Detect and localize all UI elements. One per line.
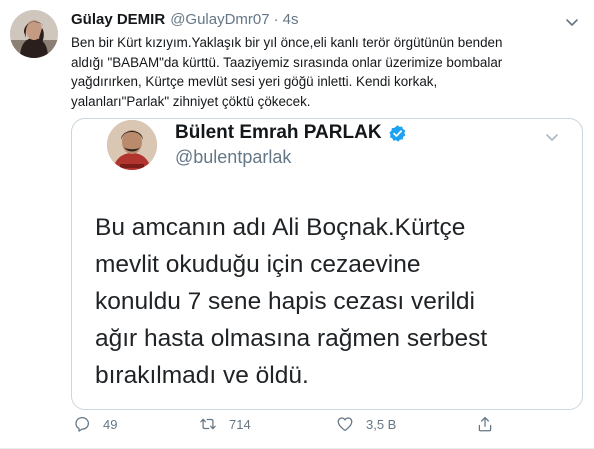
reply-button[interactable]: 49	[73, 415, 117, 433]
tweet-text: Ben bir Kürt kızıyım.Yaklaşık bir yıl ön…	[71, 35, 503, 109]
heart-icon	[337, 417, 353, 432]
quoted-tweet-text: Bu amcanın adı Ali Boçnak.Kürtçe mevlit …	[95, 214, 488, 389]
header-separator: ·	[273, 11, 279, 28]
author-avatar[interactable]	[10, 10, 58, 58]
tweet-timestamp[interactable]: 4s	[283, 11, 299, 28]
profile-photo-image	[10, 10, 58, 58]
quoted-handle[interactable]: @bulentparlak	[175, 147, 291, 168]
author-handle[interactable]: @GulayDmr07	[170, 11, 269, 28]
quoted-chevron-down-icon	[546, 134, 558, 141]
like-button[interactable]: 3,5 B	[336, 415, 396, 433]
verified-badge-icon	[388, 124, 405, 142]
like-count: 3,5 B	[366, 416, 397, 432]
share-icon	[478, 416, 492, 432]
retweet-button[interactable]: 714	[199, 415, 251, 433]
tweet-actions-bar: 49 714 3,5 B	[71, 415, 511, 437]
reply-icon	[75, 416, 90, 432]
tweet[interactable]: Gülay DEMIR @GulayDmr07 · 4s Ben bir Kür…	[0, 0, 594, 449]
tweet-header: Gülay DEMIR @GulayDmr07 · 4s	[71, 11, 298, 28]
retweet-icon	[200, 418, 216, 430]
chevron-down-icon[interactable]	[564, 14, 580, 30]
author-display-name[interactable]: Gülay DEMIR	[71, 11, 165, 28]
quoted-profile-photo-image	[107, 120, 157, 170]
share-button[interactable]	[476, 415, 494, 433]
quoted-tweet-card[interactable]: Bülent Emrah PARLAK @bulentparlak Bu amc…	[71, 118, 583, 410]
retweet-count: 714	[229, 416, 251, 432]
quoted-name-row: Bülent Emrah PARLAK	[175, 122, 407, 144]
quoted-display-name[interactable]: Bülent Emrah PARLAK	[175, 122, 382, 144]
quoted-author-avatar[interactable]	[107, 120, 157, 170]
reply-count: 49	[103, 416, 118, 432]
